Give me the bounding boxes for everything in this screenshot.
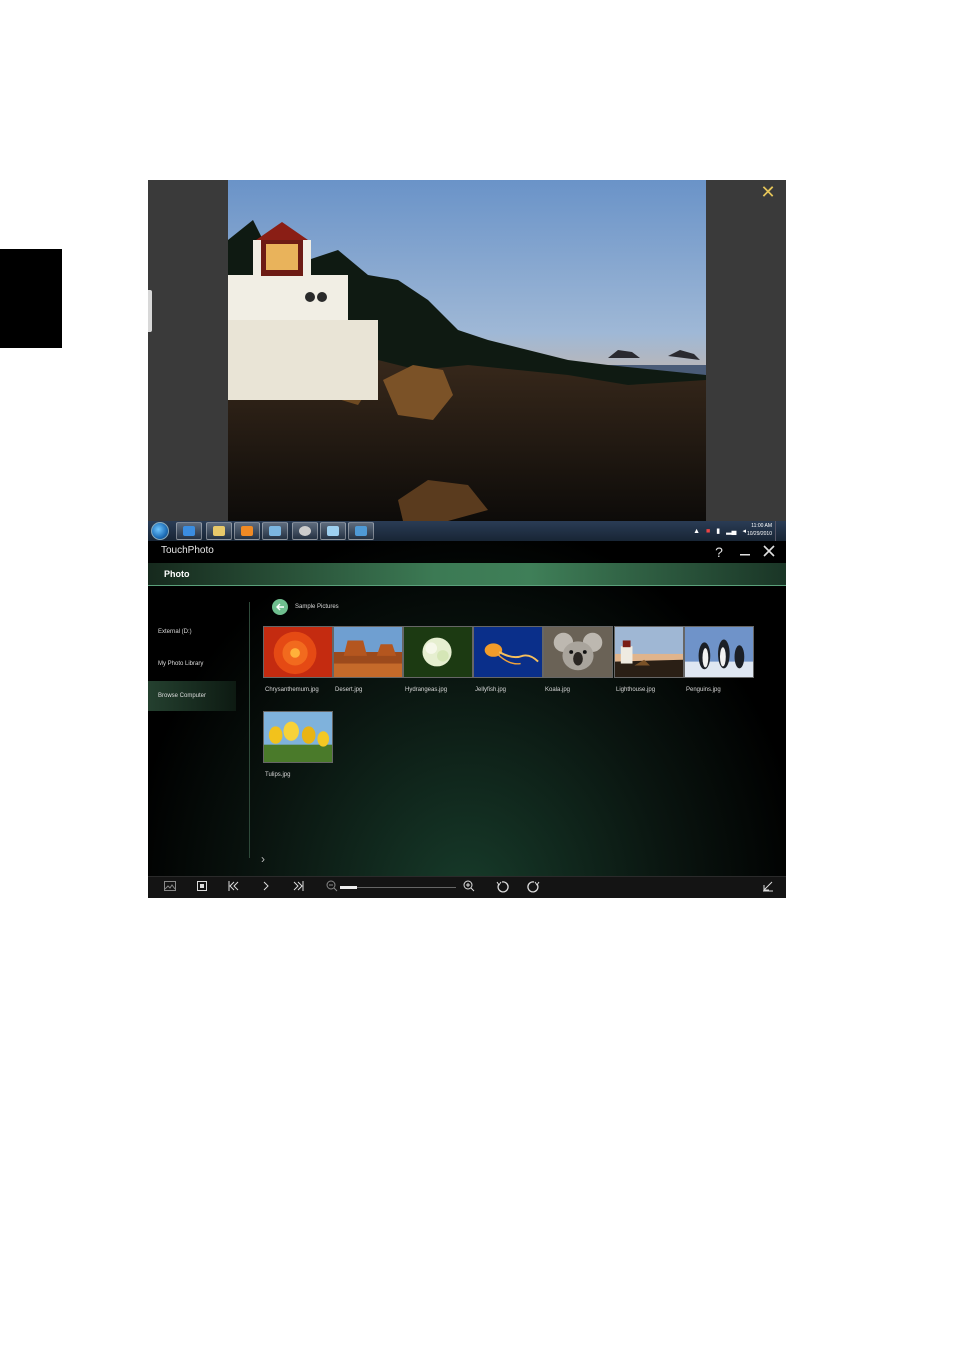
zoom-slider-fill[interactable] [340, 886, 357, 889]
disc-icon[interactable] [292, 522, 318, 540]
zoom-in-icon[interactable] [461, 880, 477, 896]
show-desktop-button[interactable] [775, 521, 786, 541]
thumbnail-item[interactable]: Jellyfish.jpg [473, 626, 543, 693]
thumbnail-item[interactable]: Chrysanthemum.jpg [263, 626, 333, 693]
close-icon[interactable]: ✕ [760, 183, 776, 201]
arrow-left-icon [276, 603, 284, 611]
clock[interactable]: 11:00 AM 10/29/2010 [747, 522, 772, 538]
app-title: TouchPhoto [161, 545, 214, 556]
photo-icon[interactable] [348, 522, 374, 540]
thumbnail-item[interactable]: Tulips.jpg [263, 711, 333, 778]
chrysanthemum-thumbnail [263, 626, 333, 678]
network-icon[interactable]: ▮ [716, 527, 720, 535]
close-button[interactable] [761, 544, 777, 560]
breadcrumb: Sample Pictures [272, 598, 339, 616]
thumbnail-caption: Penguins.jpg [686, 687, 721, 693]
penguins-thumbnail [684, 626, 754, 678]
zoom-slider-track[interactable] [340, 887, 456, 888]
first-image-icon[interactable] [226, 880, 242, 896]
jellyfish-thumbnail [473, 626, 543, 678]
touchphoto-window: TouchPhoto ? Photo External (D:) My Phot… [148, 541, 786, 898]
clock-date: 10/29/2010 [746, 531, 772, 537]
thumbnail-item[interactable]: Lighthouse.jpg [614, 626, 684, 693]
desert-thumbnail [333, 626, 403, 678]
last-image-icon[interactable] [290, 880, 306, 896]
minimize-button[interactable] [737, 544, 753, 560]
koala-thumbnail [543, 626, 613, 678]
thumbnail-item[interactable]: Desert.jpg [333, 626, 403, 693]
sidebar-divider [249, 602, 250, 858]
system-tray[interactable]: ▲ ■ ▮ ▂▄ ◂ [693, 524, 746, 538]
lighthouse-thumbnail [614, 626, 684, 678]
sidebar-item-external[interactable]: External (D:) [148, 617, 236, 647]
taskbar: ▲ ■ ▮ ▂▄ ◂ 11:00 AM 10/29/2010 [148, 521, 786, 541]
folder-icon[interactable] [206, 522, 232, 540]
thumbnail-caption: Hydrangeas.jpg [405, 687, 448, 693]
close-icon [763, 545, 775, 557]
notepad-icon[interactable] [320, 522, 346, 540]
stop-slideshow-icon[interactable] [194, 880, 210, 896]
sidebar-item-browse-computer[interactable]: Browse Computer [148, 681, 236, 711]
thumbnail-caption: Jellyfish.jpg [475, 687, 507, 693]
menu-bar: Photo [148, 563, 786, 586]
hydrangeas-thumbnail [403, 626, 473, 678]
breadcrumb-label: Sample Pictures [295, 604, 339, 610]
thumbnail-item[interactable]: Penguins.jpg [684, 626, 754, 693]
thumbnail-item[interactable]: Koala.jpg [543, 626, 613, 693]
chapter-tab [0, 249, 62, 348]
zoom-out-icon[interactable] [324, 880, 340, 896]
photo-viewer: ✕ [148, 180, 786, 521]
thumbnail-caption: Tulips.jpg [265, 772, 291, 778]
thumbnail-caption: Koala.jpg [545, 687, 571, 693]
media-player-icon[interactable] [234, 522, 260, 540]
clock-time: 11:00 AM [751, 523, 772, 529]
help-button[interactable]: ? [711, 544, 727, 560]
paint-icon[interactable] [262, 522, 288, 540]
menu-photo[interactable]: Photo [164, 569, 190, 579]
thumbnail-caption: Lighthouse.jpg [616, 687, 656, 693]
next-image-icon[interactable] [258, 880, 274, 896]
drawer-handle[interactable] [148, 290, 152, 332]
speaker-icon[interactable]: ◂ [742, 527, 746, 535]
collapse-icon[interactable] [760, 880, 776, 896]
internet-explorer-icon[interactable] [176, 522, 202, 540]
sidebar-item-my-photo-library[interactable]: My Photo Library [148, 649, 236, 679]
sidebar: External (D:) My Photo Library Browse Co… [148, 586, 248, 876]
thumbnail-item[interactable]: Hydrangeas.jpg [403, 626, 473, 693]
thumbnail-caption: Desert.jpg [335, 687, 363, 693]
image-icon[interactable] [162, 880, 178, 896]
rotate-left-icon[interactable] [494, 880, 510, 896]
shield-icon[interactable]: ■ [706, 528, 710, 535]
lighthouse-photo [228, 180, 706, 521]
thumbnail-caption: Chrysanthemum.jpg [265, 687, 319, 693]
back-button[interactable] [272, 599, 288, 615]
chevron-right-icon[interactable]: › [261, 852, 265, 866]
rotate-right-icon[interactable] [526, 880, 542, 896]
title-bar: TouchPhoto ? [148, 541, 786, 563]
minimize-icon [740, 554, 750, 556]
chevron-up-icon[interactable]: ▲ [693, 528, 700, 535]
tulips-thumbnail [263, 711, 333, 763]
windows-start-icon[interactable] [151, 522, 169, 540]
signal-icon[interactable]: ▂▄ [726, 527, 736, 535]
bottom-toolbar [148, 876, 786, 898]
